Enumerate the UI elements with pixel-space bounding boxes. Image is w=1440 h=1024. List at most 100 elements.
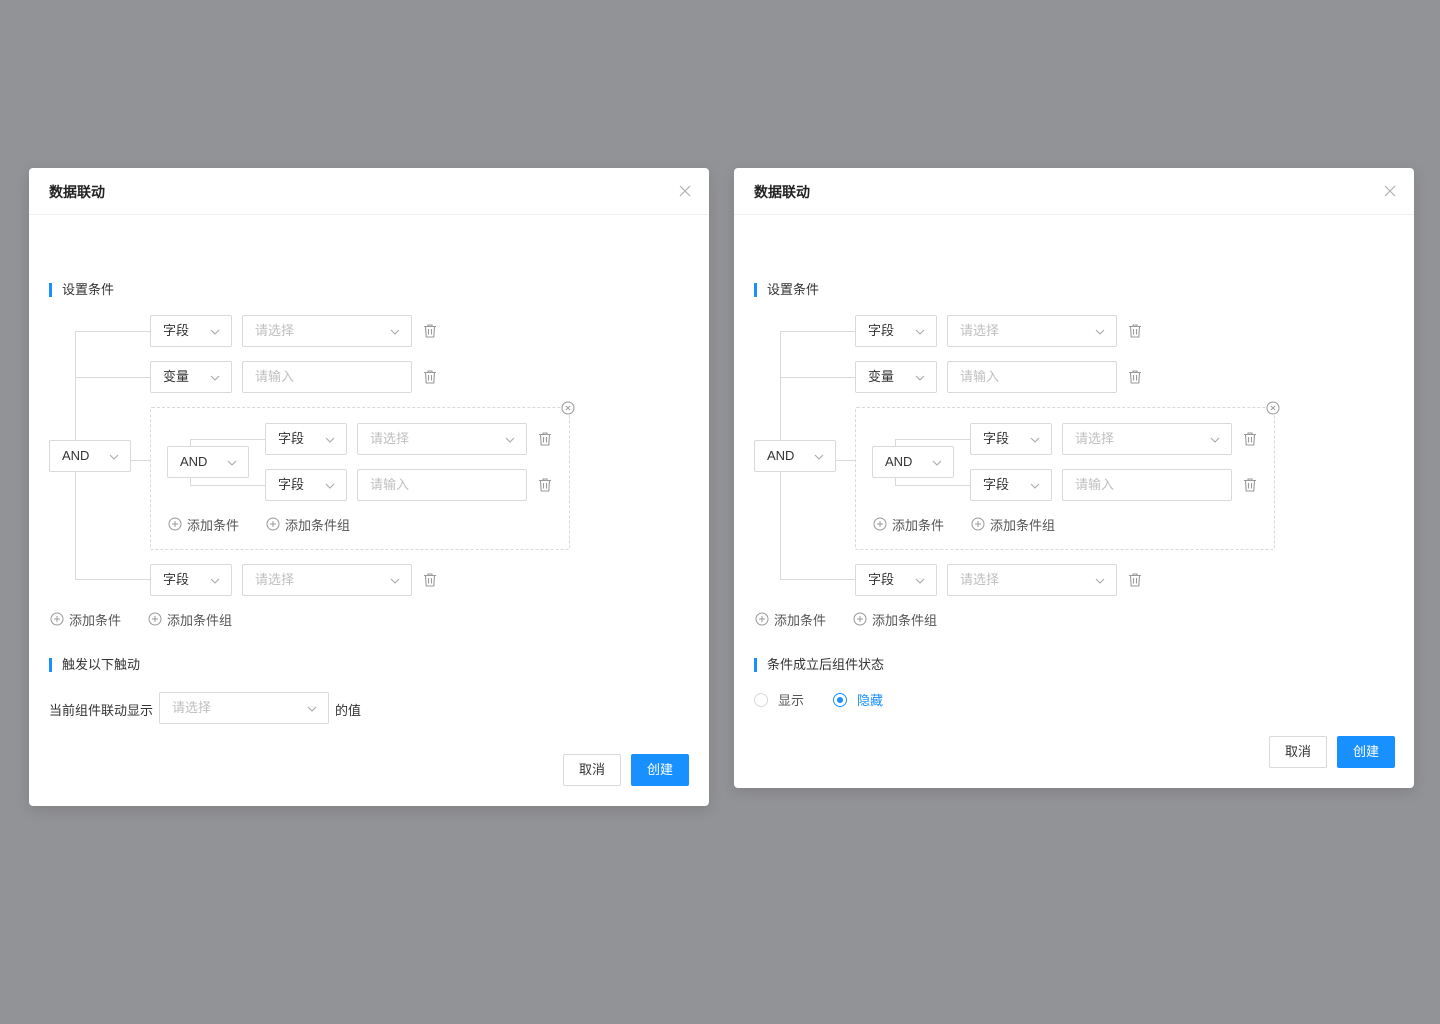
cancel-button[interactable]: 取消 (1269, 736, 1327, 768)
condition-value-input[interactable]: 请输入 (357, 469, 527, 501)
close-icon[interactable] (1380, 181, 1400, 201)
chevron-down-icon (915, 375, 925, 381)
group-operator-select[interactable]: AND (167, 446, 249, 478)
cancel-button[interactable]: 取消 (563, 754, 621, 786)
condition-type-select[interactable]: 字段 (855, 315, 937, 347)
plus-circle-icon (50, 612, 64, 626)
condition-value-input[interactable]: 请输入 (1062, 469, 1232, 501)
placeholder-text: 请选择 (370, 431, 410, 446)
type-value: 字段 (868, 323, 895, 338)
add-condition-button[interactable]: 添加条件 (50, 610, 121, 628)
condition-type-select[interactable]: 变量 (855, 361, 937, 393)
delete-icon[interactable] (422, 369, 438, 385)
condition-type-select[interactable]: 字段 (150, 315, 232, 347)
radio-dot (833, 692, 847, 707)
add-condition-group-button[interactable]: 添加条件组 (148, 610, 232, 628)
dialog-header: 数据联动 (734, 168, 1414, 215)
radio-label: 显示 (778, 693, 805, 708)
type-value: 字段 (983, 431, 1010, 446)
create-button[interactable]: 创建 (1337, 736, 1395, 768)
operator-value: AND (180, 454, 208, 469)
placeholder-text: 请选择 (255, 323, 295, 338)
condition-type-select[interactable]: 变量 (150, 361, 232, 393)
condition-value-select[interactable]: 请选择 (242, 564, 412, 596)
group-add-condition-button[interactable]: 添加条件 (873, 515, 944, 533)
add-condition-group-button[interactable]: 添加条件组 (853, 610, 937, 628)
chevron-down-icon (390, 329, 400, 335)
add-condition-label: 添加条件 (69, 612, 122, 628)
type-value: 字段 (163, 323, 190, 338)
condition-type-select[interactable]: 字段 (855, 564, 937, 596)
add-condition-group-label: 添加条件组 (990, 517, 1056, 533)
tree-connector (780, 331, 855, 332)
group-add-condition-group-button[interactable]: 添加条件组 (971, 515, 1055, 533)
delete-icon[interactable] (1127, 323, 1143, 339)
operator-value: AND (767, 448, 795, 463)
radio-show[interactable]: 显示 (754, 690, 804, 709)
dialog-title: 数据联动 (754, 184, 810, 200)
tree-connector (190, 485, 265, 486)
condition-value-select[interactable]: 请选择 (947, 564, 1117, 596)
tree-connector (130, 460, 150, 461)
group-operator-select[interactable]: AND (872, 446, 954, 478)
group-add-condition-group-button[interactable]: 添加条件组 (266, 515, 350, 533)
delete-icon[interactable] (422, 572, 438, 588)
plus-circle-icon (755, 612, 769, 626)
root-operator-select[interactable]: AND (754, 440, 836, 472)
add-condition-label: 添加条件 (774, 612, 827, 628)
condition-type-select[interactable]: 字段 (970, 423, 1052, 455)
add-condition-group-label: 添加条件组 (872, 612, 938, 628)
dialog-title: 数据联动 (49, 184, 105, 200)
close-icon[interactable] (675, 181, 695, 201)
condition-value-select[interactable]: 请选择 (242, 315, 412, 347)
chevron-down-icon (109, 454, 119, 460)
plus-circle-icon (873, 517, 887, 531)
remove-group-icon[interactable] (561, 401, 575, 415)
condition-type-select[interactable]: 字段 (150, 564, 232, 596)
chevron-down-icon (1095, 329, 1105, 335)
create-button[interactable]: 创建 (631, 754, 689, 786)
trigger-select[interactable]: 请选择 (159, 692, 329, 724)
section-title-conditions: 设置条件 (49, 282, 114, 298)
delete-icon[interactable] (1242, 477, 1258, 493)
type-value: 字段 (163, 572, 190, 587)
condition-value-select[interactable]: 请选择 (947, 315, 1117, 347)
add-condition-button[interactable]: 添加条件 (755, 610, 826, 628)
tree-connector (75, 331, 150, 332)
delete-icon[interactable] (1127, 369, 1143, 385)
condition-value-select[interactable]: 请选择 (1062, 423, 1232, 455)
condition-type-select[interactable]: 字段 (265, 423, 347, 455)
plus-circle-icon (168, 517, 182, 531)
delete-icon[interactable] (1242, 431, 1258, 447)
radio-hide[interactable]: 隐藏 (833, 690, 883, 709)
tree-connector (780, 377, 855, 378)
chevron-down-icon (915, 578, 925, 584)
root-operator-select[interactable]: AND (49, 440, 131, 472)
condition-value-input[interactable]: 请输入 (242, 361, 412, 393)
placeholder-text: 请选择 (960, 323, 1000, 338)
chevron-down-icon (814, 454, 824, 460)
remove-group-icon[interactable] (1266, 401, 1280, 415)
chevron-down-icon (1095, 578, 1105, 584)
type-value: 字段 (868, 572, 895, 587)
group-add-condition-button[interactable]: 添加条件 (168, 515, 239, 533)
section-title-component-state: 条件成立后组件状态 (754, 657, 884, 673)
condition-value-select[interactable]: 请选择 (357, 423, 527, 455)
trigger-suffix: 的值 (335, 703, 362, 718)
condition-value-input[interactable]: 请输入 (947, 361, 1117, 393)
add-condition-group-label: 添加条件组 (167, 612, 233, 628)
chevron-down-icon (325, 483, 335, 489)
chevron-down-icon (210, 375, 220, 381)
radio-label: 隐藏 (857, 693, 884, 708)
add-condition-label: 添加条件 (892, 517, 945, 533)
operator-value: AND (62, 448, 90, 463)
chevron-down-icon (390, 578, 400, 584)
condition-type-select[interactable]: 字段 (970, 469, 1052, 501)
plus-circle-icon (266, 517, 280, 531)
delete-icon[interactable] (1127, 572, 1143, 588)
condition-type-select[interactable]: 字段 (265, 469, 347, 501)
delete-icon[interactable] (537, 431, 553, 447)
chevron-down-icon (1030, 483, 1040, 489)
delete-icon[interactable] (422, 323, 438, 339)
delete-icon[interactable] (537, 477, 553, 493)
